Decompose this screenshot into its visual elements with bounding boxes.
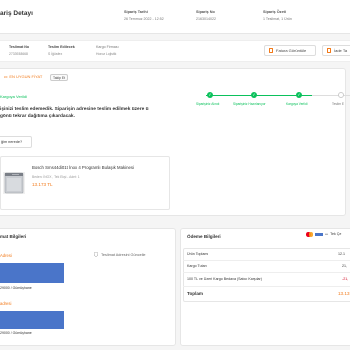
- payment-divider: [183, 260, 350, 261]
- shipping-cost-label: Kargo Tutarı: [187, 264, 207, 268]
- delivery-address-heading: Adresi: [0, 253, 12, 258]
- payment-divider: [183, 286, 350, 287]
- view-invoice-button[interactable]: Fatura Görüntüle: [264, 45, 316, 56]
- delivery-address-city: 29000 / Gümüşhane: [0, 286, 32, 290]
- payment-card-title: Ödeme Bilgileri: [187, 234, 221, 239]
- step-label-ordered: Siparişiniz Alındı: [196, 102, 220, 106]
- free-shipping-label: 100 TL ve Üzeri Kargo Bedava (Satıcı Kar…: [187, 277, 262, 281]
- return-label: İade Ta: [334, 48, 348, 53]
- follow-seller-button[interactable]: Takip Et: [50, 74, 69, 81]
- step-label-preparing: Siparişiniz Hazırlanıyor: [233, 102, 266, 106]
- invoice-icon: [269, 48, 273, 53]
- product-image[interactable]: [3, 172, 25, 194]
- step-dot-ordered: ✓: [207, 92, 213, 98]
- order-date-label: Sipariş Tarihi: [124, 10, 148, 14]
- payment-summary-box: [183, 248, 350, 302]
- order-no-label: Sipariş No: [196, 10, 215, 14]
- return-button[interactable]: İade Ta: [322, 45, 350, 56]
- dishwasher-icon: [4, 172, 24, 194]
- shipping-cost-value: 21,: [342, 264, 347, 268]
- card-number-redacted: [315, 232, 323, 236]
- order-summary-label: Sipariş Özeti: [263, 10, 287, 14]
- order-header: [0, 0, 350, 34]
- recipient-value: S İğüsfex: [48, 52, 63, 56]
- update-address-link[interactable]: Teslimat Adresini Güncelle: [94, 252, 146, 257]
- product-name[interactable]: Bosch Sms44di01t İnox 4 Programlı Bulaşı…: [32, 165, 134, 170]
- shipment-status: Kargoya Verildi: [0, 94, 27, 99]
- delivery-address-redacted: [0, 263, 64, 283]
- invoice-address-city: 29000 / Gümüşhane: [0, 331, 32, 335]
- view-invoice-label: Fatura Görüntüle: [276, 48, 307, 53]
- product-variant: Beden: İNOX , Tek Ekşi - Adet: 1: [32, 175, 80, 179]
- return-icon: [327, 48, 331, 53]
- where-is-my-order-button[interactable]: ğim nerede?: [0, 136, 32, 148]
- update-address-label: Teslimat Adresini Güncelle: [101, 252, 146, 257]
- payment-method: ••• Tek Çe: [306, 232, 341, 237]
- total-label: Toplam: [187, 291, 203, 296]
- delivery-no-label: Teslimat No: [9, 45, 30, 49]
- step-dot-shipped: ✓: [296, 92, 302, 98]
- step-label-shipped: Kargoya Verildi: [286, 102, 308, 106]
- step-dot-preparing: ✓: [251, 92, 257, 98]
- tracker-line-pending: [312, 95, 350, 96]
- invoice-address-redacted: [0, 311, 64, 329]
- page-title: ariş Detayı: [0, 10, 33, 17]
- product-price: 13.173 TL: [32, 182, 53, 187]
- total-value: 13.13: [338, 291, 350, 296]
- mastercard-icon: [306, 232, 313, 237]
- cargo-label: Kargo Firması: [96, 45, 119, 49]
- order-date-value: 26 Temmuz 2022 - 12:52: [124, 17, 164, 21]
- card-mask-dots: •••: [325, 232, 329, 237]
- payment-installment: Tek Çe: [330, 232, 342, 237]
- address-card-title: mat Bilgileri: [0, 234, 27, 239]
- product-total-label: Ürün Toplamı: [187, 252, 209, 256]
- free-shipping-value: -21,: [342, 277, 349, 281]
- order-no-value: 2163014022: [196, 17, 216, 21]
- cargo-value: Horoz Lojistik: [96, 52, 117, 56]
- shipment-message: işinizi teslim edemedik. Siparişin adres…: [0, 107, 149, 120]
- invoice-address-heading: adresi: [0, 301, 12, 306]
- seller-name[interactable]: cı: EN UYGUN FİYAT: [4, 74, 42, 79]
- payment-divider: [183, 272, 350, 273]
- product-total-value: 12.1: [338, 252, 345, 256]
- step-label-delivered: Teslim E: [332, 102, 345, 106]
- recipient-label: Teslim Edilecek: [48, 45, 75, 49]
- order-summary-value: 1 Teslimat, 1 Ürün: [263, 17, 292, 21]
- delivery-no-value: 2733938668: [9, 52, 28, 56]
- step-dot-delivered: [338, 92, 344, 98]
- location-pin-icon: [94, 252, 98, 257]
